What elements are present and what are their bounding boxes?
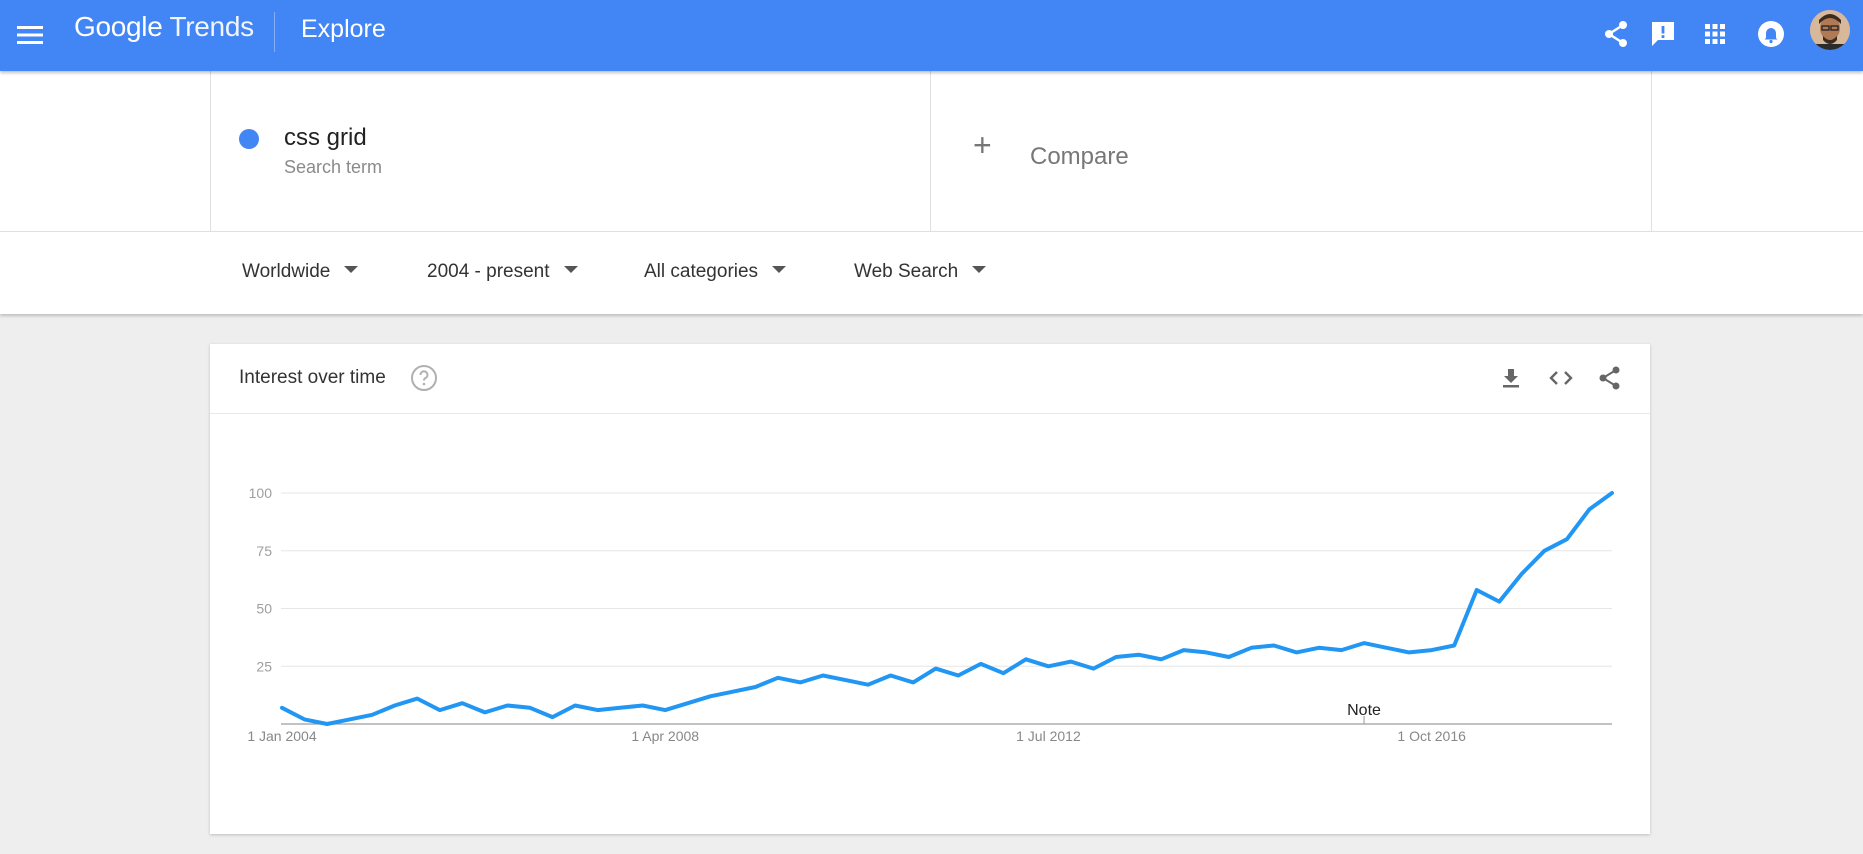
x-tick-label: 1 Jan 2004	[247, 728, 316, 744]
search-panel: css grid Search term + Compare	[0, 71, 1863, 231]
compare-label: Compare	[1030, 143, 1129, 170]
page-title: Explore	[301, 15, 386, 43]
y-tick-label: 100	[249, 485, 273, 501]
x-tick-label: 1 Apr 2008	[631, 728, 699, 744]
share-icon[interactable]	[1598, 16, 1634, 52]
search-property-filter[interactable]: Web Search	[854, 261, 987, 283]
chevron-down-icon	[563, 266, 578, 274]
menu-icon[interactable]	[12, 17, 48, 53]
search-card: css grid Search term + Compare	[210, 71, 1652, 231]
chevron-down-icon	[772, 266, 787, 274]
compare-button[interactable]: + Compare	[965, 71, 1365, 231]
filter-bar: Worldwide 2004 - present All categories …	[0, 231, 1863, 314]
search-property-filter-label: Web Search	[854, 261, 959, 282]
annotation-note: Note	[1347, 702, 1381, 719]
plus-icon: +	[973, 127, 992, 163]
y-tick-label: 25	[256, 658, 272, 674]
header-divider	[274, 12, 275, 52]
region-filter-label: Worldwide	[242, 261, 331, 282]
notifications-icon[interactable]	[1753, 16, 1789, 52]
feedback-icon[interactable]	[1645, 16, 1681, 52]
chevron-down-icon	[972, 266, 987, 274]
top-app-bar: Google Trends Explore	[0, 0, 1863, 71]
time-range-filter-label: 2004 - present	[427, 261, 550, 282]
interest-over-time-card: Interest over time 25 50 75 100 1 Jan 2004 1 …	[210, 344, 1650, 834]
term-color-dot	[239, 129, 259, 149]
avatar[interactable]	[1810, 10, 1850, 50]
apps-icon[interactable]	[1697, 16, 1733, 52]
search-term-text[interactable]: css grid	[284, 124, 367, 152]
category-filter-label: All categories	[644, 261, 759, 282]
logo-trends: Trends	[169, 11, 254, 42]
chevron-down-icon	[344, 266, 359, 274]
y-tick-label: 50	[256, 601, 272, 617]
logo-google: Google	[74, 11, 163, 42]
x-tick-label: 1 Oct 2016	[1397, 728, 1466, 744]
x-tick-label: 1 Jul 2012	[1016, 728, 1081, 744]
google-trends-logo[interactable]: Google Trends	[74, 11, 254, 43]
category-filter[interactable]: All categories	[644, 261, 787, 283]
region-filter[interactable]: Worldwide	[242, 261, 359, 283]
interest-over-time-chart: 25 50 75 100 1 Jan 2004 1 Apr 2008 1 Jul 2012 1…	[247, 485, 1614, 744]
search-term-type: Search term	[284, 157, 383, 177]
search-term-chip[interactable]: css grid Search term	[211, 71, 931, 231]
time-range-filter[interactable]: 2004 - present	[427, 261, 578, 283]
y-tick-label: 75	[256, 543, 272, 559]
